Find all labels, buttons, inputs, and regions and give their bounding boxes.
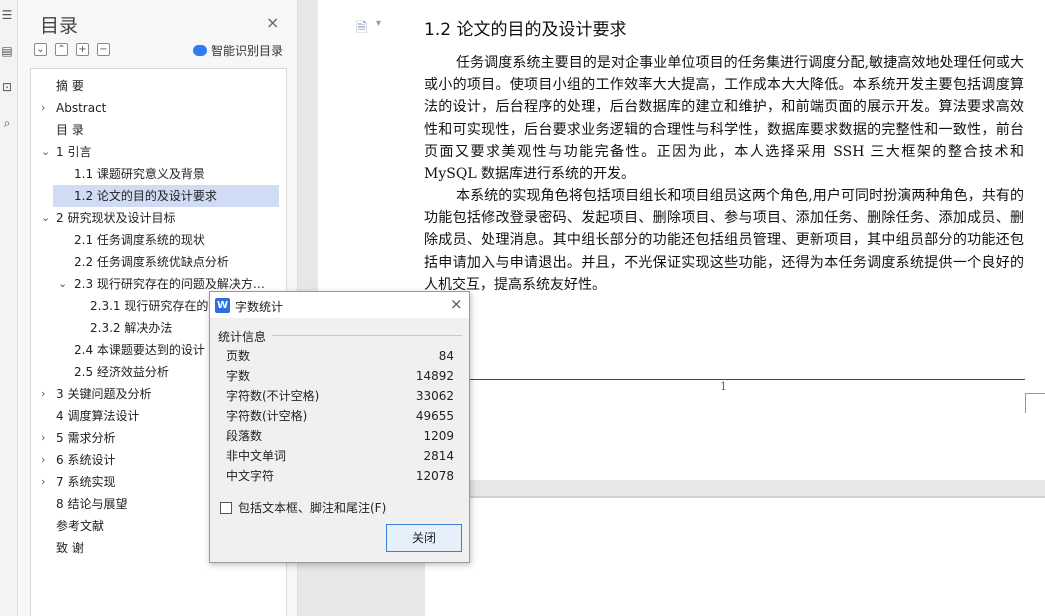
close-button[interactable]: 关闭 <box>386 524 462 552</box>
menu-icon[interactable]: ☰ <box>0 8 14 22</box>
outline-item-label: 2.2 任务调度系统优缺点分析 <box>74 255 229 269</box>
stat-row: 字数 14892 <box>226 366 454 386</box>
group-divider <box>272 335 462 336</box>
outline-item[interactable]: 1.1 课题研究意义及背景 <box>53 163 279 185</box>
stat-row: 字符数(不计空格) 33062 <box>226 386 454 406</box>
dialog-titlebar: W 字数统计 × <box>210 292 469 318</box>
outline-item-label: 2.4 本课题要达到的设计 <box>74 343 205 357</box>
outline-item-label: 1.1 课题研究意义及背景 <box>74 167 205 181</box>
outline-item-label: 2.5 经济效益分析 <box>74 365 169 379</box>
outline-toolbar: ⌄ ⌃ + − <box>34 43 110 56</box>
close-icon[interactable]: × <box>266 13 279 32</box>
stat-value: 2814 <box>423 449 454 463</box>
outline-item[interactable]: 2.2 任务调度系统优缺点分析 <box>53 251 279 273</box>
page-corner-mark <box>1025 393 1045 413</box>
stat-value: 84 <box>438 349 454 363</box>
outline-item-label: Abstract <box>56 101 107 115</box>
stat-value: 12078 <box>415 469 454 483</box>
outline-item-label: 2.3 现行研究存在的问题及解决方… <box>74 277 265 291</box>
outline-item-label: 7 系统实现 <box>56 475 116 489</box>
outline-item-label: 2.3.2 解决办法 <box>90 321 173 335</box>
checkbox-label: 包括文本框、脚注和尾注(F) <box>238 501 387 515</box>
collapse-all-icon[interactable]: ⌄ <box>34 43 47 56</box>
section-heading: 1.2 论文的目的及设计要求 <box>424 20 627 40</box>
chevron-down-icon[interactable]: ⌄ <box>41 207 50 229</box>
stat-label: 段落数 <box>226 429 263 443</box>
outline-item-label: 摘 要 <box>56 79 84 93</box>
page-number: 1 <box>720 380 727 393</box>
stat-row: 中文字符 12078 <box>226 466 454 486</box>
stats-group-label: 统计信息 <box>218 330 267 344</box>
chevron-down-icon[interactable]: ▾ <box>376 18 381 29</box>
outline-item-label: 2.1 任务调度系统的现状 <box>74 233 205 247</box>
page-divider <box>425 496 1045 498</box>
paragraph-2[interactable]: 本系统的实现角色将包括项目组长和项目组员这两个角色,用户可同时扮演两种角色，共有… <box>424 185 1024 296</box>
chevron-right-icon[interactable]: › <box>41 427 45 449</box>
stat-label: 字符数(计空格) <box>226 409 308 423</box>
outline-item-label: 2.3.1 现行研究存在的 <box>90 299 209 313</box>
chevron-right-icon[interactable]: › <box>41 383 45 405</box>
stat-label: 字数 <box>226 369 251 383</box>
stat-label: 字符数(不计空格) <box>226 389 320 403</box>
wps-logo-icon: W <box>215 298 230 313</box>
include-textbox-checkbox[interactable]: 包括文本框、脚注和尾注(F) <box>220 499 386 516</box>
stat-value: 33062 <box>415 389 454 403</box>
search-icon[interactable]: ⌕ <box>0 116 14 130</box>
stat-row: 页数 84 <box>226 346 454 366</box>
smart-toc-button[interactable]: 智能识别目录 <box>193 42 283 59</box>
outline-item[interactable]: 2.1 任务调度系统的现状 <box>53 229 279 251</box>
stat-value: 49655 <box>415 409 454 423</box>
add-heading-icon[interactable]: + <box>76 43 89 56</box>
chevron-right-icon[interactable]: › <box>41 471 45 493</box>
outline-item-label: 3 关键问题及分析 <box>56 387 152 401</box>
outline-item-label: 1.2 论文的目的及设计要求 <box>74 189 217 203</box>
outline-item-label: 参考文献 <box>56 519 105 533</box>
chevron-down-icon[interactable]: ⌄ <box>58 273 67 295</box>
word-count-dialog: W 字数统计 × 统计信息 页数 84 字数 14892 字符数(不计空格) 33062 字… <box>209 291 470 563</box>
left-icon-strip: ☰ ▤ ⊡ ⌕ <box>0 0 18 616</box>
panel-title: 目录 <box>40 15 79 37</box>
outline-item[interactable]: 摘 要 <box>31 75 279 97</box>
expand-all-icon[interactable]: ⌃ <box>55 43 68 56</box>
close-icon[interactable]: × <box>450 295 463 313</box>
outline-item[interactable]: 1.2 论文的目的及设计要求 <box>53 185 279 207</box>
dialog-title: 字数统计 <box>235 300 284 314</box>
document-icon[interactable]: ▤ <box>0 44 14 58</box>
chevron-down-icon[interactable]: ⌄ <box>41 141 50 163</box>
outline-item-label: 目 录 <box>56 123 84 137</box>
outline-item[interactable]: ⌄ 2 研究现状及设计目标 <box>31 207 279 229</box>
chevron-right-icon[interactable]: › <box>41 97 45 119</box>
outline-item-label: 致 谢 <box>56 541 84 555</box>
checkbox-box[interactable] <box>220 501 232 514</box>
paragraph-1[interactable]: 任务调度系统主要目的是对企事业单位项目的任务集进行调度分配,敏捷高效地处理任何或… <box>424 52 1024 185</box>
outline-item[interactable]: › Abstract <box>31 97 279 119</box>
outline-item-label: 1 引言 <box>56 145 92 159</box>
stat-label: 页数 <box>226 349 251 363</box>
stat-value: 14892 <box>415 369 454 383</box>
stat-row: 段落数 1209 <box>226 426 454 446</box>
smart-toc-icon <box>193 45 207 56</box>
chevron-right-icon[interactable]: › <box>41 449 45 471</box>
stat-value: 1209 <box>423 429 454 443</box>
bookmark-icon[interactable]: ⊡ <box>0 80 14 94</box>
outline-item-label: 8 结论与展望 <box>56 497 128 511</box>
stat-label: 中文字符 <box>226 469 275 483</box>
stat-row: 字符数(计空格) 49655 <box>226 406 454 426</box>
remove-heading-icon[interactable]: − <box>97 43 110 56</box>
stat-label: 非中文单词 <box>226 449 287 463</box>
outline-item[interactable]: 目 录 <box>31 119 279 141</box>
stat-row: 非中文单词 2814 <box>226 446 454 466</box>
next-page <box>425 496 1045 616</box>
smart-toc-label: 智能识别目录 <box>211 44 284 58</box>
outline-item[interactable]: ⌄ 1 引言 <box>31 141 279 163</box>
outline-item-label: 6 系统设计 <box>56 453 116 467</box>
outline-item-label: 5 需求分析 <box>56 431 116 445</box>
footer-rule <box>470 379 1025 380</box>
outline-item-label: 2 研究现状及设计目标 <box>56 211 176 225</box>
page-icon[interactable]: 🗎 <box>356 17 367 41</box>
outline-item-label: 4 调度算法设计 <box>56 409 140 423</box>
